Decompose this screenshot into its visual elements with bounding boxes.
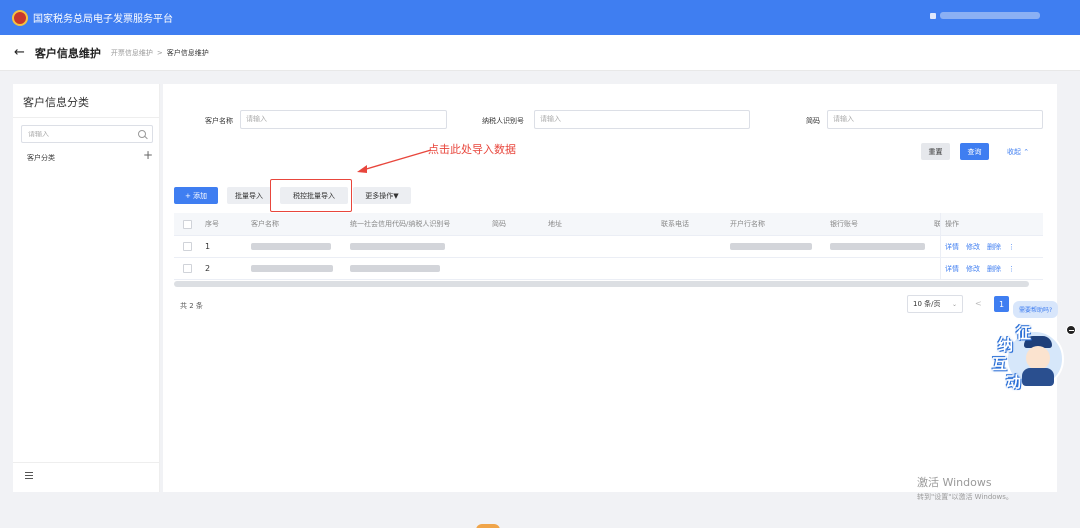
add-button[interactable]: + 添加 <box>174 187 218 204</box>
customer-name-redacted <box>251 265 333 272</box>
bottom-decoration <box>476 524 500 528</box>
customer-table: 序号 客户名称 统一社会信用代码/纳税人识别号 简码 地址 联系电话 开户行名称… <box>174 213 1043 280</box>
row-checkbox[interactable] <box>183 242 192 251</box>
batch-import-button[interactable]: 批量导入 <box>227 187 271 204</box>
table-row: 1 详情 修改 删除 ⋮ <box>174 236 1043 258</box>
breadcrumb-item-customer-info: 客户信息维护 <box>166 48 209 57</box>
more-icon[interactable]: ⋮ <box>1008 243 1015 251</box>
divider <box>13 117 160 118</box>
bank-account-redacted <box>830 243 925 250</box>
sidebar-search-input[interactable] <box>28 130 138 138</box>
divider <box>13 462 160 463</box>
widget-char: 纳 <box>998 336 1014 354</box>
header-actions: 操作 <box>945 220 959 228</box>
watermark-line-1: 激活 Windows <box>917 476 992 489</box>
more-actions-dropdown[interactable]: 更多操作▼ <box>353 187 411 204</box>
header-address: 地址 <box>548 220 562 228</box>
bank-name-redacted <box>730 243 812 250</box>
header-index: 序号 <box>205 220 219 228</box>
prev-page-button[interactable]: < <box>975 299 982 308</box>
user-name-redacted <box>940 12 1040 19</box>
search-icon[interactable] <box>138 130 146 138</box>
sidebar-title: 客户信息分类 <box>23 96 89 109</box>
short-code-label: 简码 <box>806 117 820 125</box>
tax-id-redacted <box>350 265 440 272</box>
table-row: 2 详情 修改 删除 ⋮ <box>174 258 1043 280</box>
tax-emblem-icon <box>12 9 28 26</box>
user-icon <box>930 12 936 19</box>
top-header: 国家税务总局电子发票服务平台 <box>0 0 1080 40</box>
breadcrumb-bar: ← 客户信息维护 开票信息维护 > 客户信息维护 <box>0 35 1080 71</box>
table-horizontal-scrollbar[interactable] <box>174 281 1029 287</box>
tax-id-redacted <box>350 243 445 250</box>
more-icon[interactable]: ⋮ <box>1008 265 1015 273</box>
delete-link[interactable]: 删除 <box>987 242 1001 252</box>
annotation-arrow-icon <box>357 149 432 173</box>
widget-char: 动 <box>1006 373 1022 391</box>
customer-name-redacted <box>251 243 331 250</box>
header-tax-id: 统一社会信用代码/纳税人识别号 <box>350 220 451 228</box>
customer-name-input[interactable] <box>240 110 447 129</box>
widget-char: 互 <box>992 355 1008 373</box>
main-panel: 客户名称 纳税人识别号 简码 重置 查询 收起 ⌃ 点击此处导入数据 + 添加 … <box>163 84 1057 492</box>
sidebar-search[interactable] <box>21 125 153 143</box>
breadcrumb-separator: > <box>156 48 163 57</box>
header-short-code: 简码 <box>492 220 506 228</box>
header-bank-account: 银行账号 <box>830 220 858 228</box>
header-bank-name: 开户行名称 <box>730 220 765 228</box>
table-header: 序号 客户名称 统一社会信用代码/纳税人识别号 简码 地址 联系电话 开户行名称… <box>174 213 1043 236</box>
annotation-text: 点击此处导入数据 <box>428 143 516 156</box>
chevron-down-icon: ⌄ <box>951 300 957 308</box>
watermark-line-2: 转到"设置"以激活 Windows。 <box>917 493 1013 501</box>
query-button[interactable]: 查询 <box>960 143 989 160</box>
row-index: 2 <box>205 264 211 273</box>
collapse-link[interactable]: 收起 ⌃ <box>1007 147 1029 157</box>
mascot-body <box>1022 368 1054 386</box>
app-title: 国家税务总局电子发票服务平台 <box>33 14 173 25</box>
windows-activation-watermark: 激活 Windows 转到"设置"以激活 Windows。 <box>917 474 1013 502</box>
add-category-icon[interactable]: + <box>143 148 153 162</box>
details-link[interactable]: 详情 <box>945 242 959 252</box>
total-count: 共 2 条 <box>180 302 203 310</box>
edit-link[interactable]: 修改 <box>966 264 980 274</box>
page-size-select[interactable]: 10 条/页 ⌄ <box>907 295 963 313</box>
sidebar-item-customer-category[interactable]: 客户分类 <box>27 153 55 163</box>
customer-name-label: 客户名称 <box>205 117 233 125</box>
page-1-button[interactable]: 1 <box>994 296 1009 312</box>
row-index: 1 <box>205 242 211 251</box>
short-code-input[interactable] <box>827 110 1043 129</box>
header-phone: 联系电话 <box>661 220 689 228</box>
reset-button[interactable]: 重置 <box>921 143 950 160</box>
category-sidebar: 客户信息分类 客户分类 + <box>13 84 160 492</box>
menu-toggle-icon[interactable] <box>25 472 33 479</box>
help-bubble[interactable]: 需要帮助吗? <box>1013 301 1059 318</box>
taxpayer-id-input[interactable] <box>534 110 750 129</box>
select-all-checkbox[interactable] <box>183 219 192 229</box>
page-title: 客户信息维护 <box>34 46 101 60</box>
header-customer-name: 客户名称 <box>251 220 279 228</box>
breadcrumb-item-invoice-info[interactable]: 开票信息维护 <box>111 48 153 58</box>
widget-char: 征 <box>1016 324 1032 342</box>
edit-link[interactable]: 修改 <box>966 242 980 252</box>
details-link[interactable]: 详情 <box>945 264 959 274</box>
annotation-highlight-box <box>270 179 352 212</box>
page-size-value: 10 条/页 <box>913 300 941 308</box>
back-arrow-icon[interactable]: ← <box>14 45 25 60</box>
row-checkbox[interactable] <box>183 264 192 273</box>
taxpayer-id-label: 纳税人识别号 <box>482 117 524 125</box>
user-info[interactable] <box>930 12 1040 19</box>
delete-link[interactable]: 删除 <box>987 264 1001 274</box>
tax-interaction-widget[interactable]: 征 纳 互 动 <box>988 324 1066 391</box>
minimize-widget-icon[interactable] <box>1066 325 1076 335</box>
mascot-face <box>1026 346 1050 370</box>
